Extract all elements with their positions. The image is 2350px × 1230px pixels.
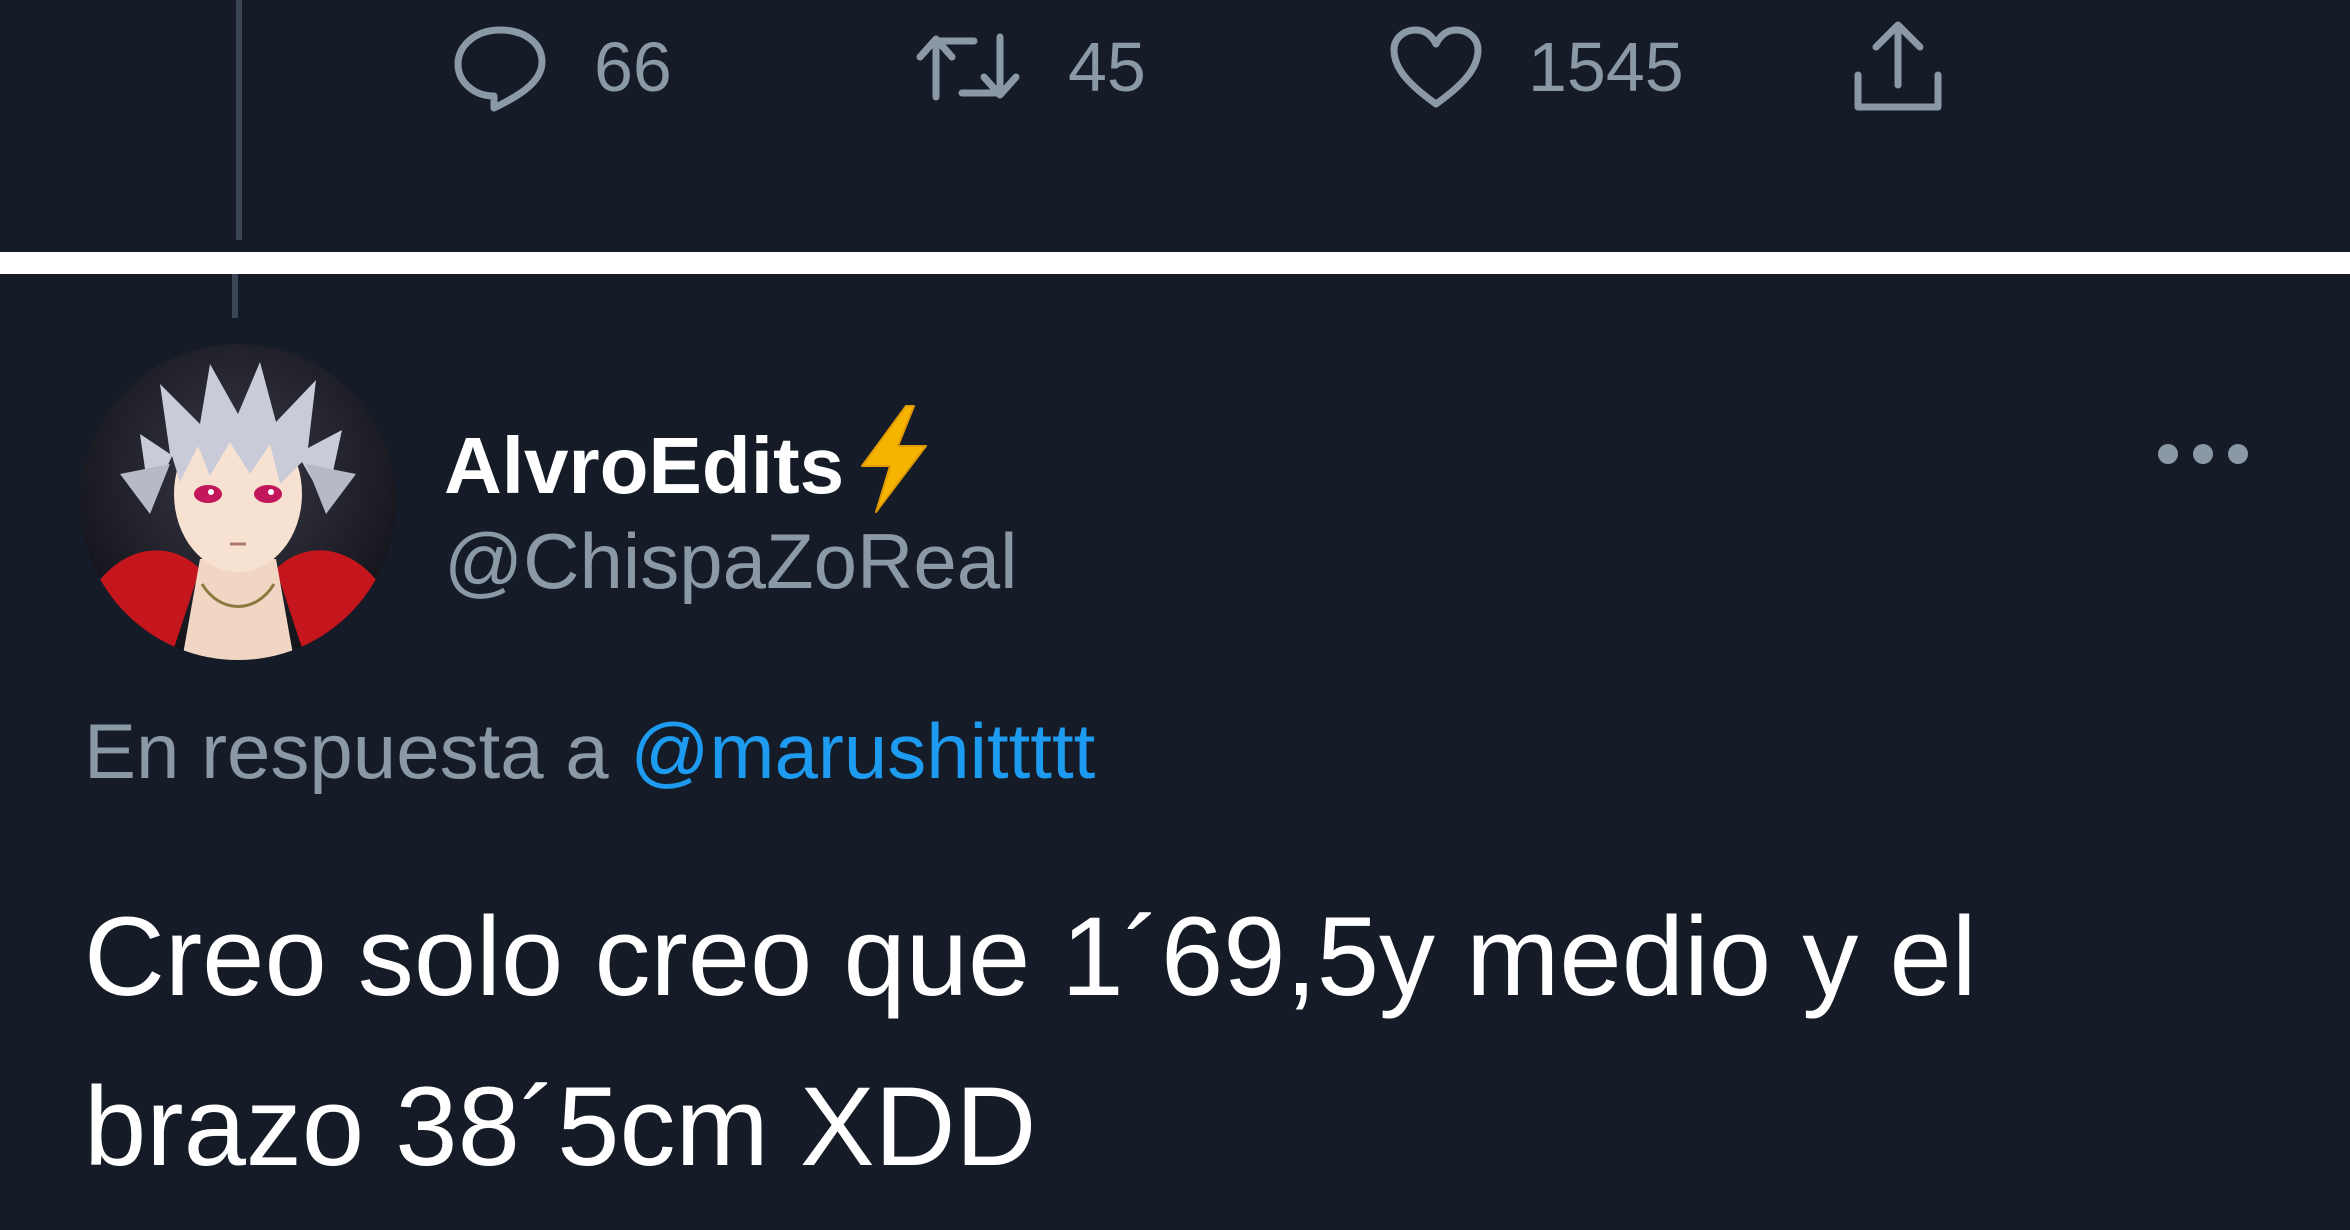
screenshot: 66 45 1545 AlvroEdits @ChispaZoReal En r… [0,0,2350,1230]
reply-button[interactable]: 66 [450,12,672,122]
reply-to-mention-link[interactable]: @marushittttt [630,707,1095,795]
reply-icon [454,26,546,112]
dot-icon [2158,444,2178,464]
dot-icon [2228,444,2248,464]
share-button[interactable] [1848,12,1948,122]
reply-count: 66 [594,28,672,106]
thread-connector-line [232,274,238,318]
display-name[interactable]: AlvroEdits [444,404,932,527]
retweet-button[interactable]: 45 [912,12,1146,122]
avatar[interactable] [80,344,396,660]
anime-character-avatar-image [80,344,396,660]
reply-context-prefix: En respuesta a [84,707,609,795]
like-count: 1545 [1528,28,1684,106]
high-voltage-icon [854,404,932,527]
like-button[interactable]: 1545 [1388,12,1684,122]
more-options-button[interactable] [2158,434,2248,474]
user-handle[interactable]: @ChispaZoReal [444,522,1017,600]
dot-icon [2193,444,2213,464]
tweet-text: Creo solo creo que 1´69,5y medio y el br… [84,894,1977,1189]
previous-tweet: 66 45 1545 [0,0,2350,248]
retweet-icon [916,33,1020,101]
display-name-text: AlvroEdits [444,420,845,510]
tweet-divider [0,252,2350,274]
retweet-count: 45 [1068,28,1146,106]
thread-connector-line [236,0,242,240]
reply-tweet[interactable]: AlvroEdits @ChispaZoReal En respuesta a … [0,274,2350,1230]
reply-context: En respuesta a @marushittttt [84,712,1095,790]
heart-icon [1390,26,1482,108]
share-icon [1854,21,1942,111]
